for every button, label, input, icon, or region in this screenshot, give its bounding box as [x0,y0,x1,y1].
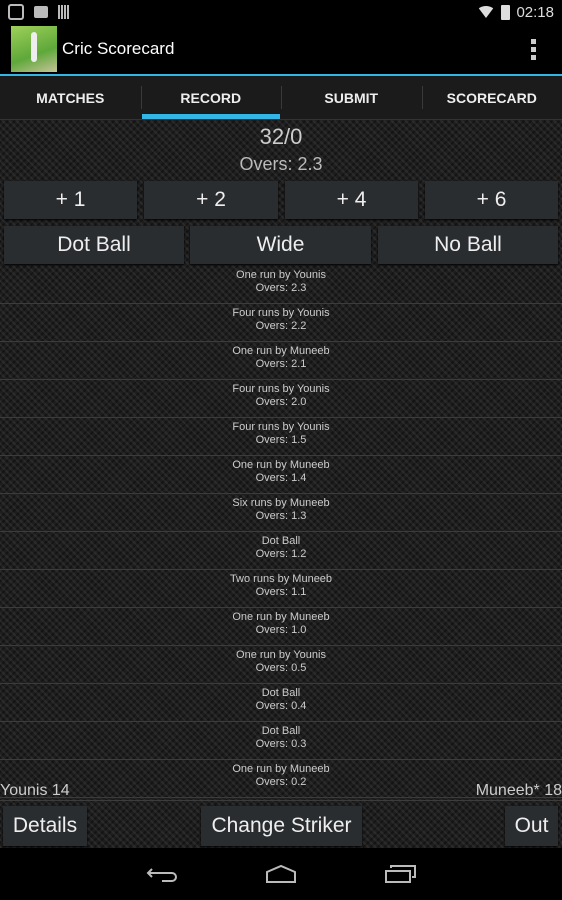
list-item[interactable]: One run by Younis Overs: 0.5 [0,646,562,684]
battery-charging-icon [501,4,511,20]
score-total: 32/0 [259,124,303,149]
app-logo[interactable] [11,26,57,72]
batsmen-row: Younis 14 Muneeb* 18 [0,782,562,801]
list-item[interactable]: Four runs by Younis Overs: 1.5 [0,418,562,456]
event-overs: Overs: 1.4 [255,472,307,484]
recent-apps-icon[interactable] [385,864,417,884]
details-button[interactable]: Details [3,806,87,846]
wifi-icon [477,6,496,18]
list-item[interactable]: Dot Ball Overs: 1.2 [0,532,562,570]
event-text: Four runs by Younis [232,307,330,319]
navigation-bar [0,848,562,900]
event-overs: Overs: 1.3 [255,510,307,522]
batsman-left-score: Younis 14 [0,782,70,799]
list-item[interactable]: One run by Muneeb Overs: 1.4 [0,456,562,494]
list-item[interactable]: Four runs by Younis Overs: 2.0 [0,380,562,418]
list-item[interactable]: Four runs by Younis Overs: 2.2 [0,304,562,342]
event-text: One run by Muneeb [232,611,330,623]
event-text: Dot Ball [261,687,301,699]
list-item[interactable]: One run by Muneeb Overs: 1.0 [0,608,562,646]
event-overs: Overs: 1.1 [255,586,307,598]
event-overs: Overs: 1.0 [255,624,307,636]
status-bar: 02:18 [0,0,562,24]
barcode-icon [58,5,70,19]
home-icon[interactable] [265,864,297,884]
event-overs: Overs: 2.3 [255,282,307,294]
event-overs: Overs: 2.0 [255,396,307,408]
clock: 02:18 [516,3,554,21]
event-text: One run by Younis [236,649,326,661]
plus-2-button[interactable]: + 2 [144,181,278,219]
tab-submit[interactable]: SUBMIT [281,76,422,119]
event-text: One run by Muneeb [232,763,330,775]
event-text: Six runs by Muneeb [232,497,330,509]
ball-event-list[interactable]: One run by Younis Overs: 2.3 Four runs by … [0,266,562,800]
notification-app-icon [8,4,24,20]
event-text: Dot Ball [261,535,301,547]
event-overs: Overs: 2.2 [255,320,307,332]
event-overs: Overs: 0.3 [255,738,307,750]
plus-4-button[interactable]: + 4 [285,181,418,219]
list-item[interactable]: Dot Ball Overs: 0.4 [0,684,562,722]
list-item[interactable]: Two runs by Muneeb Overs: 1.1 [0,570,562,608]
list-item[interactable]: Dot Ball Overs: 0.3 [0,722,562,760]
tab-scorecard[interactable]: SCORECARD [421,76,562,119]
event-overs: Overs: 1.5 [255,434,307,446]
plus-1-button[interactable]: + 1 [4,181,137,219]
out-button[interactable]: Out [505,806,558,846]
dot-ball-button[interactable]: Dot Ball [4,226,184,264]
tab-record[interactable]: RECORD [140,76,282,119]
record-panel: 32/0 Overs: 2.3 + 1 + 2 + 4 + 6 Dot Ball… [0,120,562,848]
overs-count: Overs: 2.3 [239,154,323,174]
back-icon[interactable] [146,864,178,884]
event-overs: Overs: 0.5 [255,662,307,674]
event-text: One run by Younis [236,269,326,281]
event-overs: Overs: 1.2 [255,548,307,560]
tab-bar: MATCHES RECORD SUBMIT SCORECARD [0,76,562,120]
list-item[interactable]: One run by Muneeb Overs: 2.1 [0,342,562,380]
event-text: Two runs by Muneeb [229,573,333,585]
event-text: Four runs by Younis [232,383,330,395]
change-striker-button[interactable]: Change Striker [201,806,362,846]
app-title: Cric Scorecard [62,39,175,58]
batsman-right-score: Muneeb* 18 [475,782,562,799]
list-item[interactable]: One run by Younis Overs: 2.3 [0,266,562,304]
overflow-menu-icon[interactable] [531,38,536,60]
list-item[interactable]: Six runs by Muneeb Overs: 1.3 [0,494,562,532]
event-text: One run by Muneeb [232,459,330,471]
outlook-icon [34,6,48,18]
event-overs: Overs: 0.4 [255,700,307,712]
event-text: Dot Ball [261,725,301,737]
wide-button[interactable]: Wide [190,226,371,264]
event-text: Four runs by Younis [232,421,330,433]
event-text: One run by Muneeb [232,345,330,357]
plus-6-button[interactable]: + 6 [425,181,558,219]
action-bar: Cric Scorecard [0,24,562,74]
no-ball-button[interactable]: No Ball [378,226,558,264]
tab-matches[interactable]: MATCHES [0,76,141,119]
event-overs: Overs: 2.1 [255,358,307,370]
